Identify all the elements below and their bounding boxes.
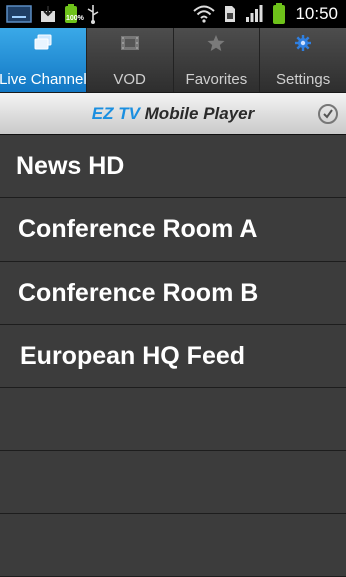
sim-icon — [224, 5, 236, 23]
tab-label: VOD — [113, 71, 146, 88]
film-icon — [120, 34, 140, 57]
list-item[interactable]: News HD — [0, 135, 346, 198]
refresh-icon[interactable] — [318, 104, 338, 124]
list-item[interactable]: Conference Room B — [0, 262, 346, 325]
channel-label: News HD — [16, 151, 125, 180]
channel-label: European HQ Feed — [20, 341, 246, 370]
star-icon — [206, 34, 226, 57]
gear-icon — [293, 34, 313, 57]
battery-icon — [272, 3, 286, 25]
list-item[interactable]: European HQ Feed — [0, 325, 346, 388]
status-bar: 100% 10:50 — [0, 0, 346, 28]
tab-favorites[interactable]: Favorites — [174, 28, 261, 92]
wifi-icon — [193, 5, 216, 23]
channel-label: Conference Room A — [18, 215, 258, 243]
channel-label: Conference Room B — [18, 278, 259, 307]
battery-percent-label: 100% — [66, 15, 84, 22]
tab-label: Favorites — [185, 71, 248, 88]
tab-vod[interactable]: VOD — [87, 28, 174, 92]
tab-live-channel[interactable]: Live Channel — [0, 28, 87, 92]
app-title-rest: Mobile Player — [139, 103, 255, 123]
app-title-ez: EZ TV — [91, 103, 140, 123]
app-title: EZ TV Mobile Player — [92, 104, 255, 124]
notification-screen-icon — [6, 5, 32, 23]
empty-row — [0, 451, 346, 514]
usb-icon — [86, 4, 100, 24]
download-icon — [40, 5, 56, 23]
tab-bar: Live Channel VOD Favorites Settings — [0, 28, 346, 93]
list-item[interactable]: Conference Room A — [0, 198, 346, 262]
tab-label: Live Channel — [0, 71, 87, 88]
empty-row — [0, 388, 346, 451]
tab-label: Settings — [276, 71, 331, 88]
empty-row — [0, 514, 346, 577]
app-header: EZ TV Mobile Player — [0, 93, 346, 135]
status-clock: 10:50 — [295, 4, 338, 23]
signal-icon — [245, 5, 263, 23]
live-channel-icon — [33, 34, 53, 57]
tab-settings[interactable]: Settings — [260, 28, 346, 92]
channel-list: News HD Conference Room A Conference Roo… — [0, 135, 346, 577]
